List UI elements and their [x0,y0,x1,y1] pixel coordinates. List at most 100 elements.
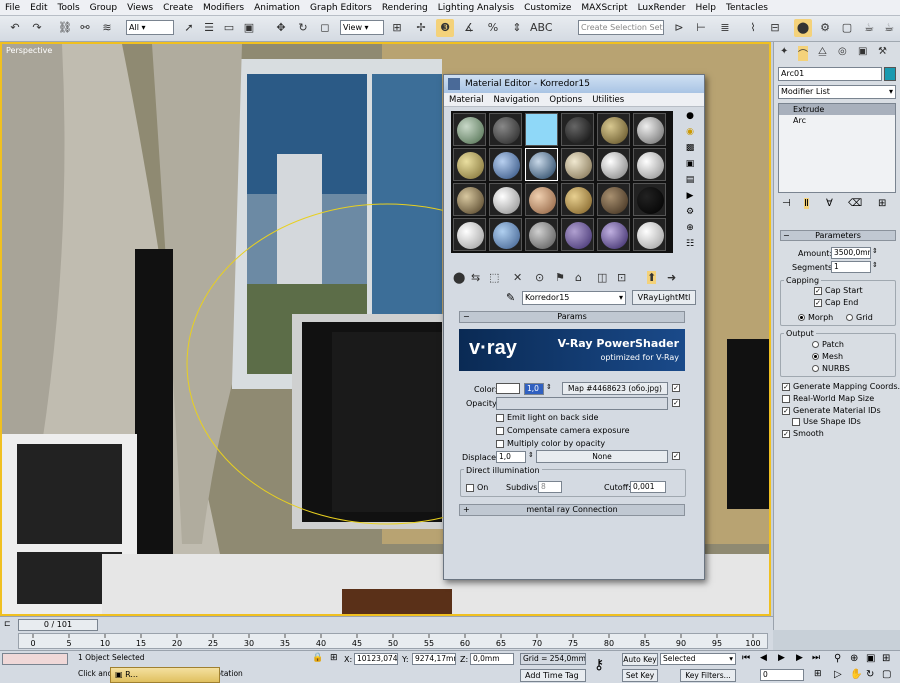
sample-slot[interactable] [525,113,558,146]
options-icon[interactable]: ⚙ [682,207,698,223]
menu-create[interactable]: Create [158,3,198,13]
menu-tentacles[interactable]: Tentacles [721,3,773,13]
motion-tab-icon[interactable]: ◎ [838,46,847,57]
menu-views[interactable]: Views [122,3,158,13]
window-crossing-icon[interactable]: ▣ [240,19,258,37]
sample-slot-active[interactable] [525,148,558,181]
put-to-scene-icon[interactable]: ⇆ [471,271,480,284]
menu-rendering[interactable]: Rendering [377,3,433,13]
maxscript-listener-field[interactable] [2,653,68,665]
y-coord-field[interactable]: 9274,17mm [412,653,456,665]
mesh-radio[interactable]: Mesh [812,352,843,361]
sample-slot[interactable] [633,113,666,146]
z-coord-field[interactable]: 0,0mm [470,653,514,665]
object-color-swatch[interactable] [884,67,896,81]
create-tab-icon[interactable]: ✦ [780,46,788,57]
stack-item-extrude[interactable]: Extrude [779,104,895,115]
rect-selection-icon[interactable]: ▭ [220,19,238,37]
pick-material-icon[interactable]: ✎ [506,291,515,304]
pan-icon[interactable]: ✋ [850,669,862,680]
auto-key-button[interactable]: Auto Key [622,653,658,666]
bind-space-warp-icon[interactable]: ≋ [98,19,116,37]
time-slider[interactable]: 0 / 101 [18,619,98,631]
make-preview-icon[interactable]: ▶ [682,191,698,207]
emit-back-checkbox[interactable]: Emit light on back side [496,413,598,422]
sample-slot[interactable] [453,148,486,181]
sample-slot[interactable] [561,148,594,181]
sample-slot[interactable] [561,113,594,146]
sample-slot[interactable] [453,183,486,216]
key-mode-select[interactable]: Selected ▾ [660,653,736,665]
remove-modifier-icon[interactable]: ⌫ [848,198,862,209]
pin-stack-icon[interactable]: ⊣ [782,198,791,209]
unlink-icon[interactable]: ⚯ [76,19,94,37]
assign-to-selection-icon[interactable]: ⬚ [489,271,499,284]
edit-named-sets-icon[interactable]: ABC [530,19,553,37]
zoom-extents-icon[interactable]: ▣ [866,653,875,664]
displace-spinner-icon[interactable]: ⇕ [528,451,534,459]
stack-item-arc[interactable]: Arc [779,115,895,126]
displace-checkbox[interactable]: ✓ [672,451,683,461]
modify-tab-icon[interactable]: ⌒ [798,46,808,61]
utilities-tab-icon[interactable]: ⚒ [878,46,887,57]
select-by-name-icon[interactable]: ☰ [200,19,218,37]
patch-radio[interactable]: Patch [812,340,844,349]
sample-slot[interactable] [633,218,666,251]
sample-type-icon[interactable]: ● [682,111,698,127]
sample-slot[interactable] [597,183,630,216]
angle-snap-icon[interactable]: ∡ [460,19,478,37]
cap-end-checkbox[interactable]: ✓ Cap End [814,298,858,307]
nurbs-radio[interactable]: NURBS [812,364,850,373]
sample-slot[interactable] [489,148,522,181]
gen-mapping-checkbox[interactable]: ✓ Generate Mapping Coords. [782,382,900,391]
amount-spinner-icon[interactable]: ⇕ [872,247,878,255]
sample-slot[interactable] [453,113,486,146]
next-frame-icon[interactable]: ▶ [796,653,803,663]
mirror-icon[interactable]: ⊳ [670,19,688,37]
parameters-rollout-header[interactable]: − Parameters [780,230,896,241]
menu-file[interactable]: File [0,3,25,13]
cap-start-checkbox[interactable]: ✓ Cap Start [814,286,863,295]
menu-edit[interactable]: Edit [25,3,52,13]
rendered-frame-window-icon[interactable]: ▢ [838,19,856,37]
play-icon[interactable]: ▶ [778,653,785,663]
compensate-checkbox[interactable]: Compensate camera exposure [496,426,630,435]
select-link-icon[interactable]: ⛓ [56,19,74,37]
amount-field[interactable]: 3500,0mm [831,247,871,259]
put-to-library-icon[interactable]: ⚑ [555,271,565,284]
previous-frame-icon[interactable]: ◀ [760,653,767,663]
params-rollout-header[interactable]: − Params [459,311,685,323]
mated-menu-utilities[interactable]: Utilities [587,95,629,105]
percent-snap-icon[interactable]: % [484,19,502,37]
key-filters-button[interactable]: Key Filters... [680,669,736,682]
uv-tiling-icon[interactable]: ▣ [682,159,698,175]
opacity-map-button[interactable] [496,397,668,410]
zoom-all-icon[interactable]: ⊕ [850,653,858,664]
selection-filter-select[interactable]: All ▾ [126,20,174,35]
menu-graph-editors[interactable]: Graph Editors [305,3,377,13]
sample-slot[interactable] [489,183,522,216]
smooth-checkbox[interactable]: ✓ Smooth [782,429,824,438]
time-config-button-icon[interactable]: ⊞ [814,669,822,679]
field-of-view-icon[interactable]: ▷ [834,669,842,680]
key-icon[interactable]: ⚷ [594,657,604,673]
material-editor-titlebar[interactable]: Material Editor - Korredor15 [444,75,704,93]
add-time-tag-button[interactable]: Add Time Tag [520,669,586,682]
zoom-icon[interactable]: ⚲ [834,653,841,664]
rotate-icon[interactable]: ↻ [294,19,312,37]
menu-lighting-analysis[interactable]: Lighting Analysis [433,3,519,13]
grid-radio[interactable]: Grid [846,313,873,322]
curve-editor-icon[interactable]: ⌇ [744,19,762,37]
zoom-extents-all-icon[interactable]: ⊞ [882,653,890,664]
align-icon[interactable]: ⊢ [692,19,710,37]
scale-icon[interactable]: ◻ [316,19,334,37]
sample-slot[interactable] [597,113,630,146]
track-bar[interactable]: 0 5 10 15 20 25 30 35 40 45 50 55 60 65 70 75 80 85 90 95 10… [18,633,768,649]
menu-group[interactable]: Group [85,3,122,13]
gen-matids-checkbox[interactable]: ✓ Generate Material IDs [782,406,881,415]
go-forward-sibling-icon[interactable]: ➜ [667,271,676,284]
select-manipulate-icon[interactable]: ✢ [412,19,430,37]
render-iterative-icon[interactable]: ☕ [880,19,898,37]
make-unique-icon[interactable]: ⊙ [535,271,544,284]
multiply-checkbox[interactable]: Multiply color by opacity [496,439,605,448]
